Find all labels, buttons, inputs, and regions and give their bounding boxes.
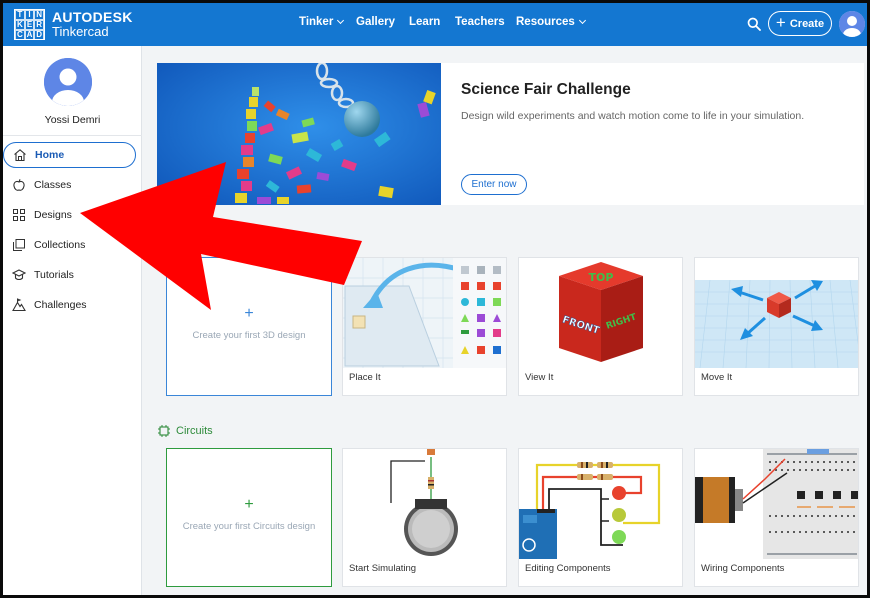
tutorial-card-wiring-components[interactable]: Wiring Components [694, 448, 859, 587]
user-icon [44, 58, 92, 106]
product-name: Tinkercad [52, 24, 109, 39]
sidebar-item-label: Challenges [34, 299, 87, 311]
mountain-icon [12, 298, 26, 312]
sidebar-item-tutorials[interactable]: Tutorials [3, 262, 136, 288]
card-title: Editing Components [525, 563, 611, 574]
circuit-board-icon [158, 425, 170, 437]
card-title: Move It [701, 372, 733, 383]
create-first-label: Create your first Circuits design [182, 521, 316, 532]
logo-letter: K [15, 20, 25, 30]
hero-title: Science Fair Challenge [461, 81, 631, 98]
nav-label: Tinker [299, 16, 334, 28]
view-cube-illustration: TOP FRONT RIGHT [519, 258, 682, 368]
create-first-circuits-design-card[interactable]: + Create your first Circuits design [166, 448, 332, 587]
editing-components-thumbnail [519, 449, 682, 559]
hero-description: Design wild experiments and watch motion… [461, 110, 805, 122]
sidebar-item-collections[interactable]: Collections [3, 232, 136, 258]
chevron-down-icon [337, 16, 345, 25]
logo-letter: N [34, 10, 44, 20]
card-title: View It [525, 372, 554, 383]
breadboard-wiring-illustration [695, 449, 858, 559]
logo-letter: T [15, 10, 25, 20]
logo-letter: R [34, 20, 44, 30]
top-nav-bar: TIN KER CAD AUTODESK Tinkercad Tinker Ga… [3, 3, 867, 46]
chevron-down-icon [578, 16, 586, 25]
card-title: Place It [349, 372, 381, 383]
logo-letter: I [24, 10, 35, 20]
grid-icon [13, 209, 25, 221]
graduation-cap-icon [12, 269, 26, 281]
username: Yossi Demri [44, 114, 101, 126]
section-title: Circuits [176, 425, 213, 437]
logo-letter: D [34, 30, 44, 40]
create-first-label: Create your first 3D design [192, 330, 306, 341]
hero-banner: Science Fair Challenge Design wild exper… [157, 63, 864, 205]
hero-image[interactable] [157, 63, 441, 205]
sidebar-item-designs[interactable]: Designs [3, 202, 136, 228]
sidebar-item-label: Designs [34, 209, 72, 221]
view-cube-top-label: TOP [589, 271, 614, 284]
tinkercad-logo[interactable]: TIN KER CAD [14, 9, 45, 40]
nav-teachers[interactable]: Teachers [455, 16, 505, 28]
sidebar-item-label: Collections [34, 239, 86, 251]
create-button[interactable]: + Create [768, 11, 832, 36]
nav-tinker[interactable]: Tinker [299, 16, 345, 28]
home-icon [14, 149, 26, 162]
wiring-components-thumbnail [695, 449, 858, 559]
user-icon [839, 11, 865, 37]
arduino-leds-illustration [519, 449, 682, 559]
main-content: Science Fair Challenge Design wild exper… [142, 46, 867, 595]
move-it-illustration [695, 258, 858, 369]
plus-icon: + [775, 13, 786, 32]
place-it-illustration [343, 258, 506, 368]
nav-gallery[interactable]: Gallery [356, 16, 395, 28]
tutorial-card-move-it[interactable]: Move It [694, 257, 859, 396]
tutorial-card-editing-components[interactable]: Editing Components [518, 448, 683, 587]
search-icon[interactable] [747, 17, 761, 31]
enter-now-button[interactable]: Enter now [461, 174, 527, 195]
view-it-thumbnail: TOP FRONT RIGHT [519, 258, 682, 368]
place-it-thumbnail [343, 258, 506, 368]
logo-letter: C [15, 30, 25, 40]
nav-label: Resources [516, 16, 575, 28]
circuits-section-header: Circuits [158, 425, 213, 437]
tutorial-card-start-simulating[interactable]: Start Simulating [342, 448, 507, 587]
sidebar-item-label: Classes [34, 179, 72, 191]
create-first-3d-design-card[interactable]: + Create your first 3D design [166, 257, 332, 396]
nav-learn[interactable]: Learn [409, 16, 440, 28]
tutorial-card-view-it[interactable]: TOP FRONT RIGHT View It [518, 257, 683, 396]
tutorial-card-place-it[interactable]: Place It [342, 257, 507, 396]
sidebar-item-home[interactable]: Home [3, 142, 136, 168]
card-title: Wiring Components [701, 563, 785, 574]
coin-cell-circuit-illustration [343, 449, 506, 559]
sidebar-item-label: Tutorials [34, 269, 74, 281]
nav-resources[interactable]: Resources [516, 16, 586, 28]
start-simulating-thumbnail [343, 449, 506, 559]
card-title: Start Simulating [349, 563, 417, 574]
plus-icon: + [244, 496, 254, 513]
logo-letter: A [24, 30, 35, 40]
move-it-thumbnail [695, 258, 858, 369]
brand-name: AUTODESK [52, 9, 133, 25]
divider [3, 135, 142, 136]
nav-label: Teachers [455, 16, 505, 28]
sidebar-item-label: Home [35, 149, 65, 161]
collections-icon [13, 239, 25, 251]
plus-icon: + [244, 305, 254, 322]
nav-label: Learn [409, 16, 441, 28]
sidebar: Yossi Demri Home Classes Designs Collect… [3, 46, 142, 595]
apple-icon [13, 179, 25, 191]
logo-letter: E [24, 20, 35, 30]
hero-illustration [157, 63, 441, 205]
create-label: Create [789, 17, 825, 30]
app-frame: TIN KER CAD AUTODESK Tinkercad Tinker Ga… [3, 3, 867, 595]
avatar[interactable] [44, 58, 92, 106]
sidebar-item-challenges[interactable]: Challenges [3, 292, 136, 318]
user-avatar-button[interactable] [839, 11, 865, 37]
sidebar-item-classes[interactable]: Classes [3, 172, 136, 198]
nav-label: Gallery [356, 16, 395, 28]
